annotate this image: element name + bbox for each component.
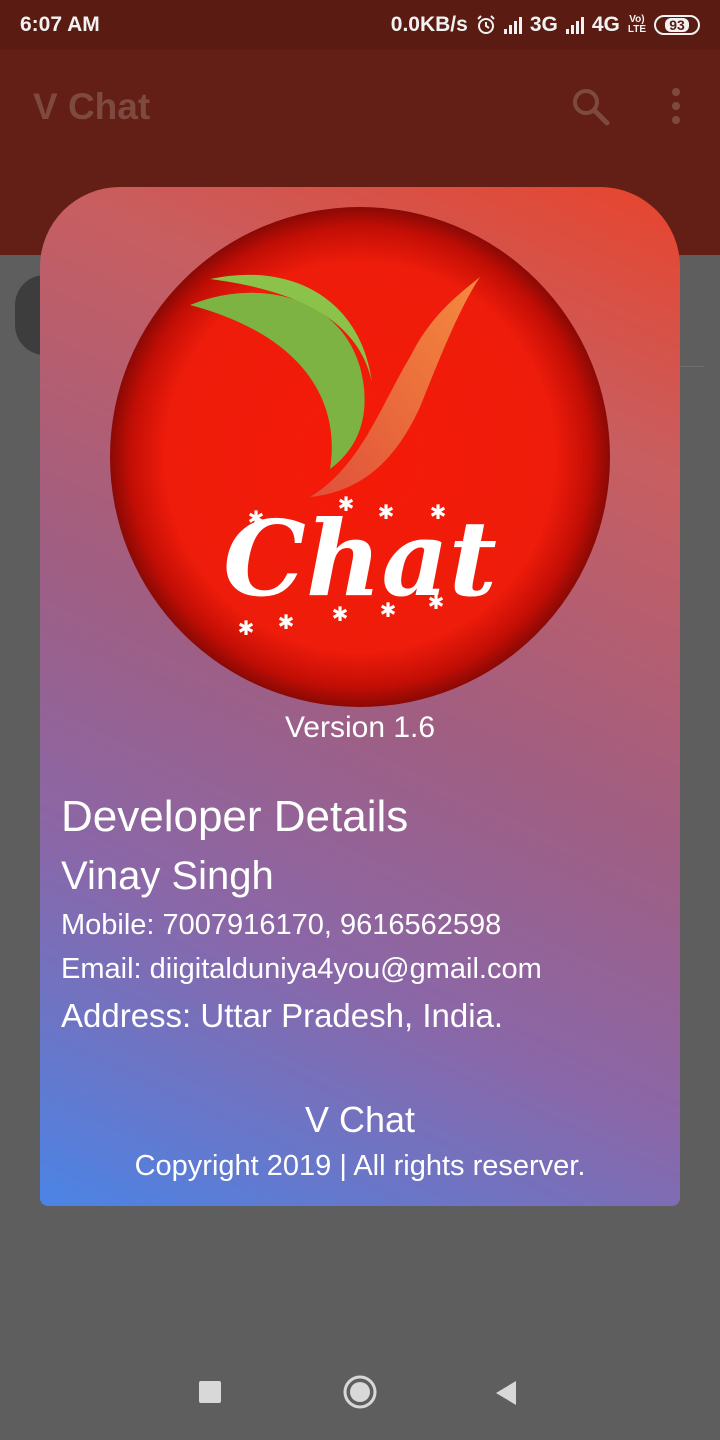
search-icon[interactable] [570, 86, 610, 126]
app-logo: Chat ✱ ✱ ✱ ✱ ✱ ✱ ✱ ✱ ✱ [110, 207, 610, 707]
volte-bottom: LTE [627, 24, 646, 35]
svg-text:✱: ✱ [248, 506, 265, 530]
signal-icon-sim1 [503, 16, 522, 34]
developer-mobile: Mobile: 7007916170, 9616562598 [61, 909, 502, 941]
svg-text:✱: ✱ [380, 598, 397, 622]
svg-text:✱: ✱ [378, 500, 395, 524]
volte-icon: Vo) LTE [628, 15, 646, 35]
status-bar: 6:07 AM 0.0KB/s 3G 4G Vo) LTE 93 [0, 0, 720, 50]
battery-level: 93 [665, 18, 689, 32]
copyright-text: Copyright 2019 | All rights reserver. [134, 1150, 586, 1182]
svg-text:✱: ✱ [238, 616, 255, 640]
developer-email: Email: diigitalduniya4you@gmail.com [61, 953, 542, 985]
app-title: V Chat [33, 86, 151, 127]
footer-app-name: V Chat [304, 1099, 416, 1140]
network-type-sim2: 4G [591, 13, 620, 36]
recent-apps-icon[interactable] [199, 1381, 221, 1403]
signal-icon-sim2 [565, 16, 584, 34]
status-icons: 0.0KB/s 3G 4G Vo) LTE 93 [391, 13, 700, 37]
svg-text:✱: ✱ [430, 500, 447, 524]
developer-name: Vinay Singh [61, 854, 274, 898]
developer-heading: Developer Details [61, 792, 409, 841]
developer-address: Address: Uttar Pradesh, India. [61, 997, 504, 1034]
back-icon[interactable] [494, 1379, 518, 1407]
more-vert-icon[interactable] [664, 86, 688, 126]
network-speed: 0.0KB/s [390, 13, 468, 36]
status-time: 6:07 AM [20, 13, 100, 36]
svg-text:✱: ✱ [428, 590, 445, 614]
about-dialog: Chat ✱ ✱ ✱ ✱ ✱ ✱ ✱ ✱ ✱ Version 1.6 Devel… [40, 187, 680, 1206]
alarm-icon [477, 15, 495, 34]
network-type-sim1: 3G [529, 13, 558, 36]
svg-text:✱: ✱ [332, 602, 349, 626]
battery-icon: 93 [654, 15, 700, 35]
home-icon[interactable] [342, 1374, 378, 1410]
svg-text:✱: ✱ [338, 492, 355, 516]
version-label: Version 1.6 [284, 711, 436, 744]
svg-text:✱: ✱ [278, 610, 295, 634]
